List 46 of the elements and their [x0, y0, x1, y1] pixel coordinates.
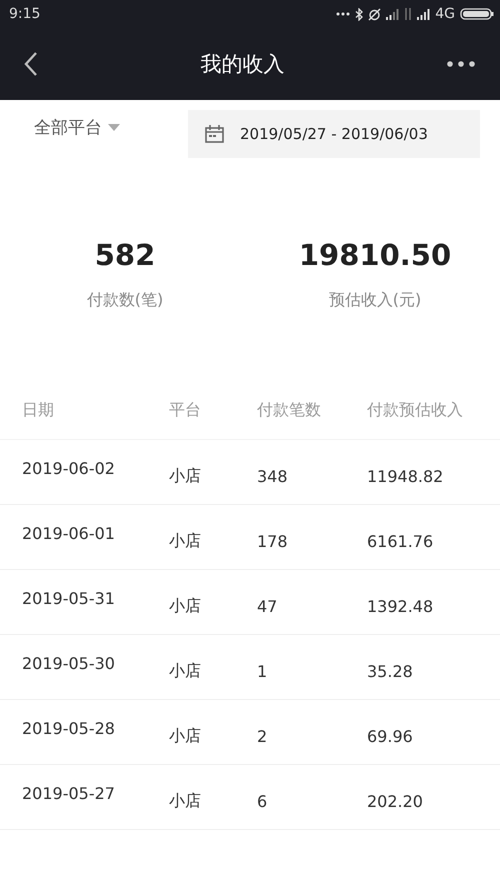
signal-icon: [417, 8, 430, 20]
table-cell-text: 178: [257, 532, 289, 550]
column-header: 付款预估收入: [367, 400, 463, 420]
signal-icon: [386, 8, 400, 20]
column-header: 付款笔数: [257, 400, 322, 420]
table-cell-text: 小店: [169, 726, 202, 746]
table-cell-text: 2: [257, 726, 268, 746]
column-header: 日期: [22, 400, 55, 420]
stat-value: 19810.50: [298, 238, 452, 272]
stat-label: 预估收入(元): [328, 290, 422, 311]
page-title: 我的收入: [200, 51, 284, 78]
calendar-icon: [205, 125, 224, 143]
network-label: 4G: [435, 6, 455, 22]
table-cell-text: 6: [257, 792, 268, 810]
column-header: 平台: [169, 400, 202, 420]
status-time: 9:15: [9, 6, 40, 22]
table-cell-text: 2019-06-02: [22, 458, 116, 478]
stat-value: 582: [94, 238, 156, 272]
table-cell-text: 2019-05-31: [22, 588, 116, 608]
table-cell: 69.96: [367, 726, 413, 746]
platform-dropdown[interactable]: 全部平台: [34, 116, 120, 138]
table-cell-text: 小店: [169, 790, 202, 812]
table-cell: 11948.82: [367, 466, 444, 486]
date-range-picker[interactable]: 2019/05/27 - 2019/06/03: [188, 110, 480, 158]
table-cell-text: 小店: [169, 530, 202, 552]
table-cell-text: 348: [257, 466, 289, 486]
table-cell-text: 2019-06-01: [22, 524, 116, 542]
table-cell: 6161.76: [367, 532, 434, 550]
caret-icon: [108, 124, 120, 130]
table-cell: 1392.48: [367, 596, 434, 616]
table-cell: 202.20: [367, 792, 423, 810]
table-cell-text: 小店: [169, 466, 202, 486]
table-cell-text: 1: [257, 662, 268, 680]
more-dots-icon: [336, 12, 350, 16]
back-icon[interactable]: [24, 51, 38, 77]
table-cell-text: 2019-05-27: [22, 784, 116, 802]
table-cell-text: 小店: [169, 596, 202, 616]
bluetooth-icon: [355, 8, 364, 20]
table-cell-text: 47: [257, 596, 278, 616]
table-cell-text: 小店: [169, 660, 202, 682]
stat-label: 付款数(笔): [86, 290, 164, 311]
battery-icon: [460, 8, 494, 20]
more-icon[interactable]: [447, 61, 475, 67]
table-cell-text: 2019-05-30: [22, 654, 116, 672]
table-cell-text: 2019-05-28: [22, 718, 116, 738]
table-cell: 35.28: [367, 662, 413, 680]
